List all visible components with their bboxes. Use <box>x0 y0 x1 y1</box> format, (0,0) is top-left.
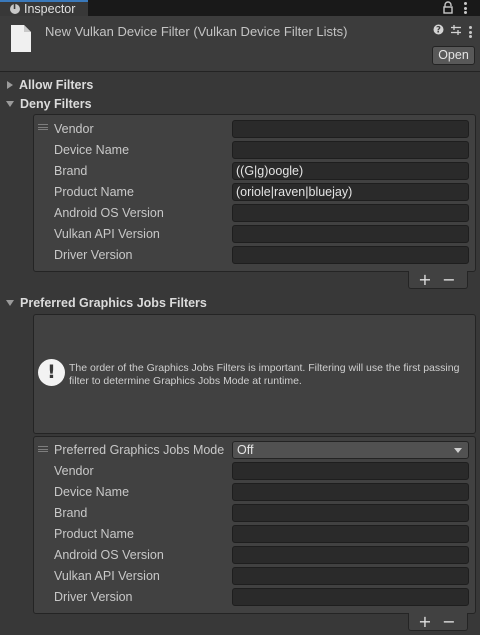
more-options-icon[interactable] <box>469 26 473 39</box>
tab-more-options-icon[interactable] <box>464 2 468 15</box>
pref-device-name-label: Device Name <box>54 485 130 499</box>
drag-handle-icon[interactable] <box>38 124 48 130</box>
pref-brand-field[interactable] <box>232 504 469 522</box>
window-tab-bar: Inspector <box>0 0 480 16</box>
preferred-filters-label: Preferred Graphics Jobs Filters <box>20 296 207 310</box>
deny-vendor-field[interactable] <box>232 120 469 138</box>
deny-filters-foldout[interactable]: Deny Filters <box>6 95 92 113</box>
preferred-filters-foldout[interactable]: Preferred Graphics Jobs Filters <box>6 294 207 312</box>
graphics-jobs-mode-dropdown[interactable]: Off <box>232 441 469 459</box>
preset-icon[interactable] <box>450 24 462 36</box>
deny-driver-version-label: Driver Version <box>54 248 133 262</box>
deny-device-name-label: Device Name <box>54 143 130 157</box>
lock-icon[interactable] <box>442 1 454 14</box>
help-icon[interactable]: ? <box>433 24 444 35</box>
allow-filters-foldout[interactable]: Allow Filters <box>6 76 93 94</box>
file-icon <box>11 25 31 52</box>
asset-title: New Vulkan Device Filter (Vulkan Device … <box>45 24 348 39</box>
deny-list-footer: + − <box>408 271 468 289</box>
deny-android-os-field[interactable] <box>232 204 469 222</box>
pref-device-name-field[interactable] <box>232 483 469 501</box>
pref-vulkan-api-field[interactable] <box>232 567 469 585</box>
deny-brand-label: Brand <box>54 164 88 178</box>
dropdown-caret-icon <box>454 448 462 453</box>
preferred-remove-button[interactable]: − <box>438 613 460 631</box>
deny-product-name-label: Product Name <box>54 185 134 199</box>
svg-text:?: ? <box>436 26 441 35</box>
warning-icon: ! <box>38 359 65 386</box>
help-text: The order of the Graphics Jobs Filters i… <box>69 362 460 387</box>
deny-brand-field[interactable]: ((G|g)oogle) <box>232 162 469 180</box>
graphics-jobs-mode-label: Preferred Graphics Jobs Mode <box>54 443 225 457</box>
open-button[interactable]: Open <box>432 46 475 65</box>
allow-filters-label: Allow Filters <box>19 78 94 92</box>
deny-remove-button[interactable]: − <box>438 271 460 289</box>
inspector-header: New Vulkan Device Filter (Vulkan Device … <box>0 16 480 72</box>
deny-vendor-label: Vendor <box>54 122 94 136</box>
deny-vulkan-api-label: Vulkan API Version <box>54 227 160 241</box>
foldout-expanded-icon <box>6 101 14 107</box>
pref-product-name-label: Product Name <box>54 527 134 541</box>
pref-android-os-field[interactable] <box>232 546 469 564</box>
preferred-add-button[interactable]: + <box>414 613 436 631</box>
tab-title: Inspector <box>24 2 76 16</box>
deny-product-name-field[interactable]: (oriole|raven|bluejay) <box>232 183 469 201</box>
deny-add-button[interactable]: + <box>414 271 436 289</box>
deny-vulkan-api-field[interactable] <box>232 225 469 243</box>
pref-driver-version-label: Driver Version <box>54 590 133 604</box>
deny-driver-version-field[interactable] <box>232 246 469 264</box>
foldout-expanded-icon <box>6 300 14 306</box>
pref-vulkan-api-label: Vulkan API Version <box>54 569 160 583</box>
deny-device-name-field[interactable] <box>232 141 469 159</box>
tab-inspector[interactable]: Inspector <box>0 0 88 16</box>
deny-filters-label: Deny Filters <box>20 97 92 111</box>
pref-brand-label: Brand <box>54 506 88 520</box>
pref-driver-version-field[interactable] <box>232 588 469 606</box>
pref-android-os-label: Android OS Version <box>54 548 164 562</box>
pref-product-name-field[interactable] <box>232 525 469 543</box>
graphics-jobs-mode-value: Off <box>237 443 254 457</box>
deny-android-os-label: Android OS Version <box>54 206 164 220</box>
drag-handle-icon[interactable] <box>38 446 48 452</box>
info-icon <box>10 2 20 14</box>
pref-vendor-field[interactable] <box>232 462 469 480</box>
pref-vendor-label: Vendor <box>54 464 94 478</box>
foldout-collapsed-icon <box>7 81 13 89</box>
preferred-list-footer: + − <box>408 613 468 631</box>
